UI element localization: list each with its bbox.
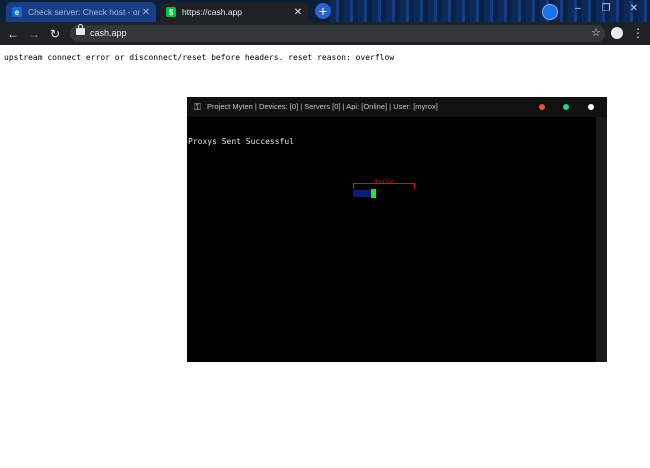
bookmark-star-icon[interactable]: ☆ [591,25,601,42]
tab-cash-app[interactable]: $ https://cash.app ✕ [160,2,308,22]
console-app-window: ⚿ Project Myten | Devices: [0] | Servers… [187,97,607,362]
console-scrollbar[interactable] [596,117,607,362]
close-icon[interactable]: ✕ [140,7,152,18]
restore-button[interactable]: ❐ [592,0,620,18]
app-title: Project Myten | Devices: [0] | Servers [… [207,102,438,111]
prompt-user-label: myrox [374,177,394,185]
app-logo-icon: ⚿ [194,102,201,112]
minimize-dot-button[interactable] [588,104,594,110]
url-text[interactable]: cash.app [90,26,127,41]
lock-icon [76,24,85,35]
extension-icon[interactable] [542,4,558,20]
close-icon[interactable]: ✕ [292,7,304,18]
prompt-arrow [353,190,371,197]
tab-check-server[interactable]: e Check server: Check host - online ✕ [6,2,156,22]
back-button[interactable]: ← [5,26,21,42]
close-window-button[interactable]: ✕ [620,0,648,18]
new-tab-button[interactable]: + [315,3,331,19]
prompt-frame: myrox [353,177,415,189]
app-titlebar[interactable]: ⚿ Project Myten | Devices: [0] | Servers… [187,97,607,117]
profile-avatar-icon[interactable] [611,27,623,39]
tab-strip: e Check server: Check host - online ✕ $ … [0,0,650,22]
console-output-line: Proxys Sent Successful [188,137,294,146]
forward-button[interactable]: → [26,26,42,42]
address-bar[interactable]: cash.app ☆ [70,24,605,42]
tab-title: Check server: Check host - online [28,7,140,17]
browser-toolbar: ← → ↻ cash.app ☆ ⋮ [0,22,650,45]
input-cursor[interactable] [371,189,376,198]
reload-button[interactable]: ↻ [47,26,63,42]
cash-app-icon: $ [166,7,176,17]
error-message: upstream connect error or disconnect/res… [4,53,395,62]
maximize-dot-button[interactable] [563,104,569,110]
close-dot-button[interactable] [539,104,545,110]
e-logo-icon: e [12,7,22,17]
minimize-button[interactable]: – [564,0,592,18]
tab-title: https://cash.app [182,7,243,17]
browser-menu-icon[interactable]: ⋮ [632,26,644,40]
